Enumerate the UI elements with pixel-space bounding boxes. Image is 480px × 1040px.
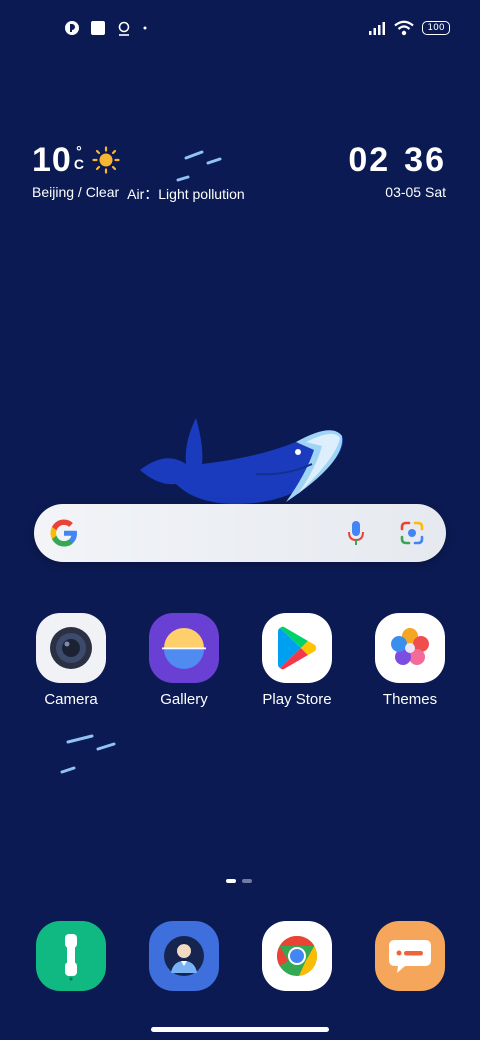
google-logo-icon: [50, 519, 77, 547]
wifi-icon: [394, 20, 414, 36]
app-play-store[interactable]: Play Store: [249, 613, 345, 708]
battery-indicator: 100: [422, 21, 450, 35]
page-indicator[interactable]: [226, 879, 252, 883]
sun-icon: [92, 146, 120, 174]
microphone-icon[interactable]: [346, 519, 366, 547]
clock-widget[interactable]: 02 36 03-05 Sat: [348, 142, 446, 200]
cellular-signal-icon: [369, 22, 385, 35]
app-themes[interactable]: Themes: [362, 613, 458, 708]
dock-phone-manager[interactable]: [36, 921, 106, 991]
dock-contacts[interactable]: [149, 921, 219, 991]
contacts-icon: [149, 921, 219, 991]
themes-icon: [375, 613, 445, 683]
app-notification-icon: [65, 21, 79, 35]
chrome-icon: [262, 921, 332, 991]
status-bar-right: 100: [368, 18, 450, 38]
google-lens-icon[interactable]: [398, 519, 426, 547]
page-dot-active[interactable]: [226, 879, 236, 883]
gallery-icon: [149, 613, 219, 683]
weather-location-condition: Beijing / Clear: [32, 184, 120, 200]
temperature-unit: C: [73, 156, 84, 172]
dock-messages[interactable]: [375, 921, 445, 991]
clock-hours: 02: [348, 141, 391, 179]
temperature-value: 10: [32, 141, 72, 179]
page-dot[interactable]: [242, 879, 252, 883]
decorative-fish-icon: [60, 734, 116, 774]
clock-minutes: 36: [404, 141, 446, 179]
app-label-themes: Themes: [382, 691, 438, 708]
square-notification-icon: [91, 21, 105, 35]
air-quality-text: Air：Light pollution: [127, 186, 245, 202]
app-gallery[interactable]: Gallery: [136, 613, 232, 708]
location-pin-icon: [118, 21, 130, 36]
clock-date: 03-05 Sat: [385, 184, 446, 200]
play-store-icon: [262, 613, 332, 683]
google-search-bar[interactable]: [34, 504, 446, 562]
more-dot-icon: [143, 26, 147, 30]
app-label-play-store: Play Store: [262, 691, 332, 708]
app-label-gallery: Gallery: [160, 691, 208, 708]
dock-chrome[interactable]: [262, 921, 332, 991]
home-gesture-bar[interactable]: [151, 1027, 329, 1032]
app-camera[interactable]: Camera: [23, 613, 119, 708]
messages-icon: [375, 921, 445, 991]
camera-icon: [36, 613, 106, 683]
status-bar-left: [64, 18, 148, 38]
app-label-camera: Camera: [44, 691, 98, 708]
phone-manager-icon: [36, 921, 106, 991]
decorative-fish-icon: [176, 150, 222, 182]
